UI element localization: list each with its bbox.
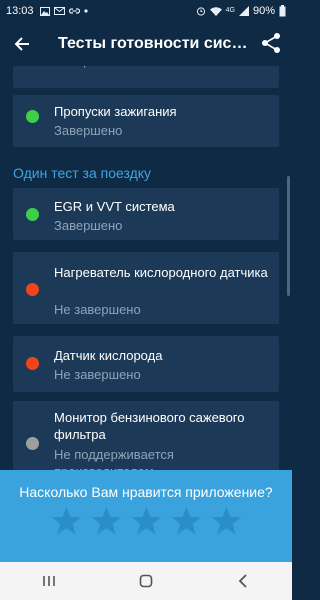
item-name: Монитор бензинового сажевого фильтра [54, 410, 245, 442]
wifi-icon [209, 6, 222, 16]
status-time: 13:03 [6, 5, 34, 17]
share-button[interactable] [260, 32, 284, 56]
nav-back-button[interactable] [223, 562, 263, 600]
photo-icon [39, 6, 50, 16]
recents-button[interactable] [29, 562, 69, 600]
star-icon[interactable] [130, 506, 163, 536]
star-icon[interactable] [90, 506, 123, 536]
page-title: Тесты готовности сис… [58, 35, 248, 52]
item-name: EGR и VVT система [54, 199, 175, 214]
list-item[interactable]: Пропуски зажигания Завершено [13, 95, 279, 147]
share-icon [262, 33, 280, 53]
status-right: 4G 90% [196, 5, 286, 17]
system-nav-bar [0, 562, 292, 600]
rating-prompt: Насколько Вам нравится приложение? [0, 470, 292, 562]
item-name: Пропуски зажигания [54, 104, 177, 119]
status-bar: 13:03 4G 90% [0, 0, 292, 22]
star-icon[interactable] [50, 506, 83, 536]
app-bar: Тесты готовности сис… [0, 22, 292, 66]
back-icon [239, 574, 247, 588]
list-item[interactable]: Датчик кислорода Не завершено [13, 336, 279, 392]
status-dot [26, 437, 39, 450]
star-icon[interactable] [210, 506, 243, 536]
4g-icon: 4G [225, 7, 235, 14]
status-dot [26, 110, 39, 123]
signal-icon [238, 6, 249, 16]
mail-icon [53, 7, 65, 15]
item-name: Нагреватель кислородного датчика [54, 265, 268, 280]
item-state: Завершено [54, 218, 123, 233]
star-rating[interactable] [50, 506, 243, 536]
status-dot [26, 283, 39, 296]
list-item[interactable]: Монитор бензинового сажевого фильтра Не … [13, 401, 279, 470]
status-dot [26, 357, 39, 370]
test-list[interactable]: Завершено Пропуски зажигания Завершено О… [0, 66, 292, 470]
link-icon [68, 8, 80, 14]
home-button[interactable] [126, 562, 166, 600]
back-button[interactable] [0, 22, 44, 66]
list-item[interactable]: EGR и VVT система Завершено [13, 188, 279, 240]
home-icon [139, 574, 153, 588]
item-state: Завершено [54, 66, 269, 69]
recents-icon [42, 576, 55, 586]
list-item[interactable]: Нагреватель кислородного датчика Не заве… [13, 252, 279, 324]
list-item[interactable]: Завершено [13, 66, 279, 88]
arrow-back-icon [14, 37, 29, 51]
item-state: Не завершено [54, 302, 141, 317]
star-icon[interactable] [170, 506, 203, 536]
item-state: Не поддерживается производителем [54, 447, 174, 470]
scrollbar[interactable] [287, 176, 290, 296]
notification-icons [39, 6, 88, 16]
rating-question: Насколько Вам нравится приложение? [19, 484, 273, 500]
battery-percent: 90% [252, 5, 275, 17]
item-state: Не завершено [54, 367, 141, 382]
section-title: Один тест за поездку [13, 165, 152, 181]
battery-icon [279, 5, 286, 17]
item-name: Датчик кислорода [54, 348, 163, 363]
status-dot [26, 208, 39, 221]
alarm-icon [196, 7, 205, 16]
item-state: Завершено [54, 123, 123, 138]
dot-icon [83, 9, 88, 13]
